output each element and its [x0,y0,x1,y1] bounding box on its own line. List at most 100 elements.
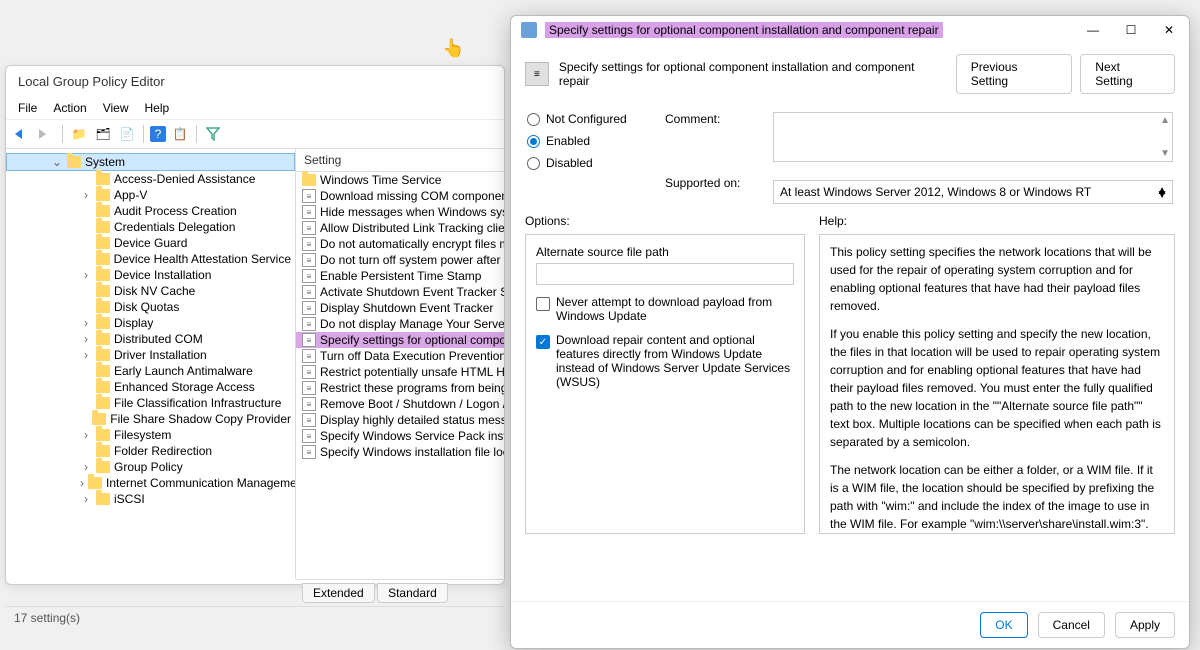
tree-item[interactable]: Access-Denied Assistance [6,171,295,187]
properties-icon[interactable]: 📋 [170,124,190,144]
list-item[interactable]: ≡Specify settings for optional component [296,332,504,348]
expand-icon[interactable]: › [80,492,92,506]
minimize-icon[interactable]: — [1083,23,1103,37]
list-item[interactable]: Windows Time Service [296,172,504,188]
folder-icon [302,174,316,186]
expand-icon[interactable]: › [80,316,92,330]
folder-icon [96,253,110,265]
list-item[interactable]: ≡Display Shutdown Event Tracker [296,300,504,316]
list-item[interactable]: ≡Do not automatically encrypt files move… [296,236,504,252]
tree-item[interactable]: Early Launch Antimalware [6,363,295,379]
tab-extended[interactable]: Extended [302,583,375,603]
scroll-down-icon[interactable]: ▼ [1160,148,1170,159]
expand-icon[interactable]: › [80,460,92,474]
tree-item[interactable]: ›Driver Installation [6,347,295,363]
checkbox-icon [536,297,550,311]
radio-enabled[interactable]: Enabled [527,134,657,148]
tree-label: Folder Redirection [114,444,212,458]
previous-setting-button[interactable]: Previous Setting [956,54,1073,94]
list-header[interactable]: Setting [296,149,504,172]
tab-standard[interactable]: Standard [377,583,448,603]
dialog-icon [521,22,537,38]
expand-icon[interactable]: › [80,268,92,282]
tree-item[interactable]: ›App-V [6,187,295,203]
tree-item[interactable]: Disk Quotas [6,299,295,315]
list-item[interactable]: ≡Allow Distributed Link Tracking client [296,220,504,236]
radio-not-configured[interactable]: Not Configured [527,112,657,126]
list-item[interactable]: ≡Specify Windows installation file locat… [296,444,504,460]
list-item[interactable]: ≡ Enable Persistent Time Stamp [296,268,504,284]
download-from-wu-checkbox[interactable]: ✓Download repair content and optional fe… [536,333,794,389]
list-item[interactable]: ≡Activate Shutdown Event Tracker System [296,284,504,300]
list-item[interactable]: ≡Do not display Manage Your Server page [296,316,504,332]
settings-list-pane[interactable]: Setting Windows Time Service≡Download mi… [296,149,504,579]
list-item[interactable]: ≡Restrict potentially unsafe HTML Help [296,364,504,380]
expand-icon[interactable]: › [80,476,84,490]
expand-icon[interactable]: › [80,428,92,442]
cancel-button[interactable]: Cancel [1038,612,1105,638]
list-item[interactable]: ≡Remove Boot / Shutdown / Logon / [296,396,504,412]
tree-item[interactable]: File Classification Infrastructure [6,395,295,411]
tree-item[interactable]: File Share Shadow Copy Provider [6,411,295,427]
policy-icon: ≡ [302,333,316,347]
dialog-titlebar[interactable]: Specify settings for optional component … [511,16,1189,44]
tree-pane[interactable]: ⌄ System Access-Denied Assistance›App-VA… [6,149,296,579]
apply-button[interactable]: Apply [1115,612,1175,638]
radio-disabled[interactable]: Disabled [527,156,657,170]
tree-item[interactable]: Audit Process Creation [6,203,295,219]
tree-item[interactable]: Enhanced Storage Access [6,379,295,395]
tree-item[interactable]: ›Internet Communication Management [6,475,295,491]
tree-item-system[interactable]: ⌄ System [6,153,295,171]
tree-item[interactable]: ›Display [6,315,295,331]
list-item[interactable]: ≡Specify Windows Service Pack install [296,428,504,444]
list-label: Enable Persistent Time Stamp [320,269,481,283]
comment-textarea[interactable]: ▲▼ [773,112,1173,162]
policy-icon: ≡ [302,205,316,219]
help-text[interactable]: This policy setting specifies the networ… [819,234,1175,534]
list-item[interactable]: ≡Download missing COM components [296,188,504,204]
folder-icon [96,285,110,297]
folder-up-icon[interactable]: 📁 [69,124,89,144]
tree-item[interactable]: ›Filesystem [6,427,295,443]
list-item[interactable]: ≡Turn off Data Execution Prevention for [296,348,504,364]
list-item[interactable]: ≡Hide messages when Windows system [296,204,504,220]
list-item[interactable]: ≡Restrict these programs from being [296,380,504,396]
scroll-down-icon[interactable]: ▼ [1156,187,1168,201]
ok-button[interactable]: OK [980,612,1027,638]
filter-icon[interactable] [203,124,223,144]
tree-item[interactable]: Device Health Attestation Service [6,251,295,267]
tree-item[interactable]: Disk NV Cache [6,283,295,299]
list-item[interactable]: ≡Do not turn off system power after a [296,252,504,268]
back-icon[interactable] [12,124,32,144]
tree-item[interactable]: ›Distributed COM [6,331,295,347]
scroll-up-icon[interactable]: ▲ [1160,115,1170,126]
supported-on-value: At least Windows Server 2012, Windows 8 … [773,180,1173,204]
tree-item[interactable]: ›iSCSI [6,491,295,507]
tree-item[interactable]: Device Guard [6,235,295,251]
expand-icon[interactable]: › [80,332,92,346]
expand-icon[interactable]: › [80,188,92,202]
menu-view[interactable]: View [103,101,129,115]
menu-file[interactable]: File [18,101,37,115]
policy-icon: ≡ [302,269,316,283]
show-tree-icon[interactable]: 🗂 [93,124,113,144]
folder-icon [96,333,110,345]
next-setting-button[interactable]: Next Setting [1080,54,1175,94]
tree-item[interactable]: ›Device Installation [6,267,295,283]
alt-path-input[interactable] [536,263,794,285]
tree-item[interactable]: Folder Redirection [6,443,295,459]
menu-action[interactable]: Action [53,101,86,115]
expand-icon[interactable]: › [80,348,92,362]
list-item[interactable]: ≡Display highly detailed status messages [296,412,504,428]
menu-help[interactable]: Help [145,101,170,115]
folder-icon [96,221,110,233]
help-icon[interactable]: ? [150,126,166,142]
never-download-checkbox[interactable]: Never attempt to download payload from W… [536,295,794,323]
collapse-icon[interactable]: ⌄ [51,155,63,169]
list-label: Download missing COM components [320,189,504,203]
tree-item[interactable]: Credentials Delegation [6,219,295,235]
tree-item[interactable]: ›Group Policy [6,459,295,475]
export-icon[interactable]: 📄 [117,124,137,144]
maximize-icon[interactable]: ☐ [1121,23,1141,37]
close-icon[interactable]: ✕ [1159,23,1179,37]
